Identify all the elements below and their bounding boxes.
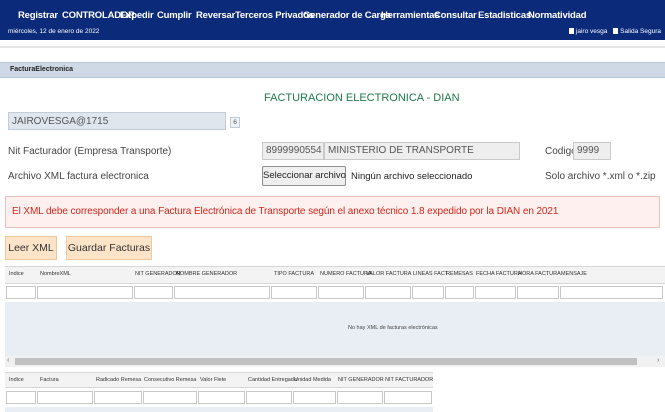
column-header[interactable]: VALOR FACTURA <box>366 271 411 277</box>
column-header[interactable]: Unidad Medida <box>294 377 331 383</box>
column-header[interactable]: HORA FACTURA <box>518 271 561 277</box>
main-menu: Registrar CONTROLADOR Expedir Cumplir Re… <box>0 10 665 26</box>
filter-input[interactable] <box>384 391 432 404</box>
user-box: jairo vesga Salida Segura <box>565 28 661 35</box>
filter-input[interactable] <box>412 286 444 299</box>
menu-item-consultar[interactable]: Consultar <box>434 10 477 21</box>
codigo-label: Codigo <box>545 146 577 157</box>
filter-input[interactable] <box>517 286 559 299</box>
column-header[interactable]: FECHA FACTURA <box>476 271 522 277</box>
filter-input[interactable] <box>318 286 364 299</box>
invoices-grid: Indice NombreXML NIT GENERADOR NOMBRE GE… <box>5 266 665 368</box>
filter-input[interactable] <box>143 391 197 404</box>
filter-input[interactable] <box>6 391 36 404</box>
column-header[interactable]: NUMERO FACTURA <box>320 271 372 277</box>
scroll-thumb[interactable] <box>15 358 637 365</box>
user-icon <box>568 28 574 34</box>
column-header[interactable]: LINEAS FACT <box>413 271 448 277</box>
column-header[interactable]: MENSAJE <box>561 271 587 277</box>
column-header[interactable]: Valor Flete <box>200 377 226 383</box>
filter-input[interactable] <box>134 286 173 299</box>
filter-input[interactable] <box>560 286 663 299</box>
filter-input[interactable] <box>475 286 516 299</box>
grid-body <box>5 407 433 412</box>
filter-input[interactable] <box>246 391 292 404</box>
warning-alert: El XML debe corresponder a una Factura E… <box>5 196 660 228</box>
read-xml-button[interactable]: Leer XML <box>5 236 57 260</box>
grid-header: Indice Factura Radicado Remesa Consecuti… <box>5 372 433 388</box>
column-header[interactable]: Indice <box>9 271 24 277</box>
column-header[interactable]: NIT GENERADOR <box>338 377 384 383</box>
column-header[interactable]: NombreXML <box>40 271 71 277</box>
filter-input[interactable] <box>271 286 317 299</box>
menu-item-cumplir[interactable]: Cumplir <box>157 10 192 21</box>
save-invoices-button[interactable]: Guardar Facturas <box>66 236 152 260</box>
scroll-right-icon[interactable]: › <box>657 357 659 364</box>
filter-input[interactable] <box>174 286 270 299</box>
page-title: FACTURACION ELECTRONICA - DIAN <box>264 92 460 104</box>
column-header[interactable]: NOMBRE GENERADOR <box>176 271 237 277</box>
column-header[interactable]: NIT FACTURADOR <box>385 377 433 383</box>
nit-label: Nit Facturador (Empresa Transporte) <box>8 146 172 157</box>
menu-item-registrar[interactable]: Registrar <box>18 10 58 21</box>
top-navbar: Registrar CONTROLADOR Expedir Cumplir Re… <box>0 0 665 40</box>
menu-item-expedir[interactable]: Expedir <box>120 10 154 21</box>
scroll-left-icon[interactable]: ‹ <box>7 357 9 364</box>
filter-input[interactable] <box>445 286 474 299</box>
filter-input[interactable] <box>198 391 245 404</box>
grid-filter-row <box>5 284 665 301</box>
codigo-field: 9999 <box>573 142 611 160</box>
column-header[interactable]: REMESAS <box>446 271 473 277</box>
menu-item-reversar[interactable]: Reversar <box>196 10 235 21</box>
filter-input[interactable] <box>6 286 36 299</box>
company-field: MINISTERIO DE TRANSPORTE <box>324 142 520 160</box>
session-user-field: JAIROVESGA@1715 <box>8 112 226 130</box>
column-header[interactable]: Cantidad Entregada <box>248 377 297 383</box>
select-file-button[interactable]: Seleccionar archivo <box>262 166 346 186</box>
column-header[interactable]: Radicado Remesa <box>96 377 141 383</box>
column-header[interactable]: NIT GENERADOR <box>135 271 181 277</box>
filter-input[interactable] <box>37 391 93 404</box>
alert-message: El XML debe corresponder a una Factura E… <box>12 206 559 217</box>
column-header[interactable]: Factura <box>40 377 59 383</box>
menu-item-estadisticas[interactable]: Estadisticas <box>478 10 531 21</box>
user-name[interactable]: jairo vesga <box>576 28 607 35</box>
menu-item-normatividad[interactable]: Normatividad <box>528 10 587 21</box>
grid-body: No hay XML de facturas electrónicas <box>5 302 665 356</box>
filter-input[interactable] <box>37 286 133 299</box>
nit-field: 8999990554 <box>262 142 324 160</box>
remesas-grid: Indice Factura Radicado Remesa Consecuti… <box>5 372 433 412</box>
logout-link[interactable]: Salida Segura <box>620 28 661 35</box>
filter-input[interactable] <box>293 391 336 404</box>
divider <box>0 46 665 48</box>
section-band: FacturaElectronica <box>0 62 665 78</box>
xml-file-label: Archivo XML factura electronica <box>8 171 149 182</box>
menu-item-herramientas[interactable]: Herramientas <box>381 10 440 21</box>
file-hint: Solo archivo *.xml o *.zip <box>545 171 656 182</box>
horizontal-scrollbar[interactable]: ‹ › <box>5 356 665 367</box>
logout-icon <box>613 28 619 34</box>
session-badge[interactable]: 6 <box>230 117 240 128</box>
column-header[interactable]: TIPO FACTURA <box>274 271 314 277</box>
menu-item-generador-de-carga[interactable]: Generador de Carga <box>303 10 391 21</box>
grid-filter-row <box>5 389 433 406</box>
file-status: Ningún archivo seleccionado <box>351 171 473 182</box>
grid-header: Indice NombreXML NIT GENERADOR NOMBRE GE… <box>5 266 665 284</box>
column-header[interactable]: Consecutivo Remesa <box>144 377 196 383</box>
menu-item-terceros-privados[interactable]: Terceros Privados <box>235 10 314 21</box>
column-header[interactable]: Indice <box>9 377 24 383</box>
empty-message: No hay XML de facturas electrónicas <box>348 325 438 331</box>
filter-input[interactable] <box>337 391 383 404</box>
current-date: miércoles, 12 de enero de 2022 <box>8 28 100 35</box>
section-title: FacturaElectronica <box>10 66 74 73</box>
filter-input[interactable] <box>94 391 142 404</box>
filter-input[interactable] <box>365 286 411 299</box>
